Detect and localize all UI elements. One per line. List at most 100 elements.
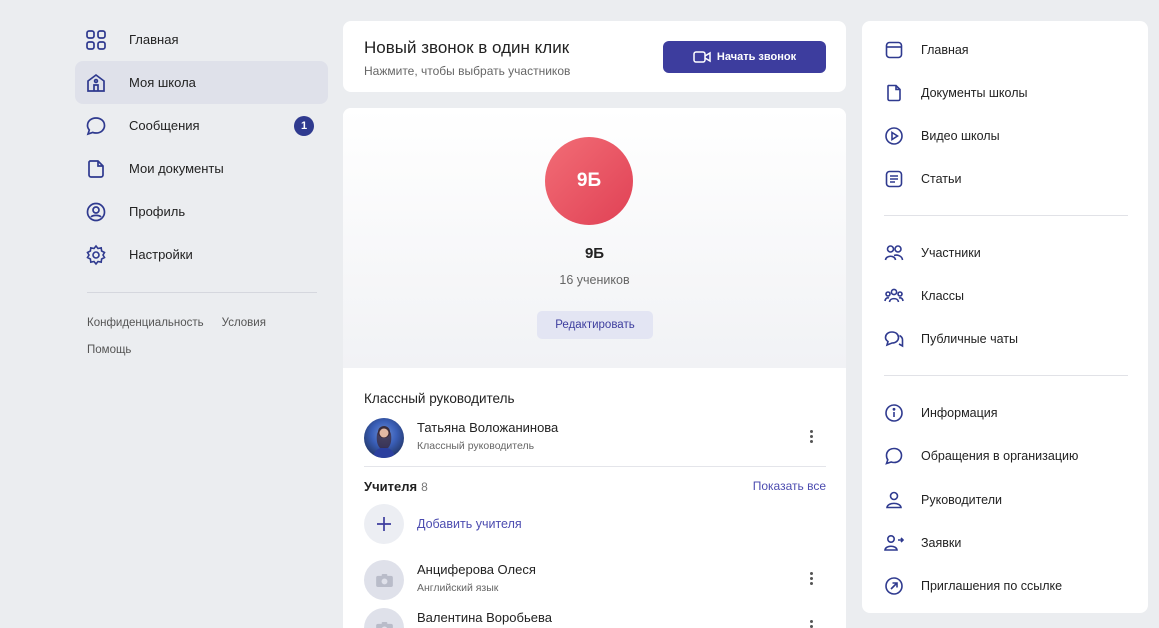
teacher-name: Татьяна Воложанинова bbox=[417, 420, 559, 435]
homeroom-teacher-row[interactable]: Татьяна Воложанинова Классный руководите… bbox=[364, 412, 826, 462]
school-menu-card: Главная Документы школы Видео школы Стат… bbox=[862, 21, 1148, 613]
teacher-row[interactable]: Анциферова Олеся Английский язык bbox=[364, 554, 826, 604]
menu-item-label: Видео школы bbox=[921, 129, 1000, 143]
info-icon bbox=[884, 403, 904, 423]
calendar-icon bbox=[884, 40, 904, 60]
footer-links: Конфиденциальность Условия Помощь bbox=[87, 310, 327, 364]
teacher-row[interactable]: Валентина Воробьева bbox=[364, 602, 826, 628]
class-avatar-text: 9Б bbox=[576, 170, 602, 191]
menu-item-classes[interactable]: Классы bbox=[884, 281, 1134, 311]
link-arrow-icon bbox=[884, 576, 904, 596]
teachers-label: Учителя bbox=[364, 479, 418, 494]
user-arrow-icon bbox=[884, 533, 904, 553]
call-title: Новый звонок в один клик bbox=[364, 38, 570, 57]
help-link[interactable]: Помощь bbox=[87, 344, 131, 356]
sidebar-item-label: Профиль bbox=[129, 204, 186, 219]
teacher-role: Классный руководитель bbox=[417, 440, 535, 452]
menu-item-label: Классы bbox=[921, 289, 965, 303]
menu-item-information[interactable]: Информация bbox=[884, 398, 1134, 428]
call-subtitle: Нажмите, чтобы выбрать участников bbox=[364, 64, 571, 78]
more-options-icon[interactable] bbox=[804, 616, 818, 628]
menu-item-articles[interactable]: Статьи bbox=[884, 164, 1134, 194]
plus-icon bbox=[364, 504, 404, 544]
menu-item-label: Заявки bbox=[921, 536, 962, 550]
start-call-button[interactable]: Начать звонок bbox=[663, 41, 826, 73]
menu-item-managers[interactable]: Руководители bbox=[884, 485, 1134, 515]
menu-item-school-documents[interactable]: Документы школы bbox=[884, 78, 1134, 108]
class-card: 9Б 9Б 16 учеников Редактировать Классный… bbox=[343, 108, 846, 628]
more-options-icon[interactable] bbox=[804, 426, 818, 446]
chat-bubble-icon bbox=[884, 446, 904, 466]
sidebar-item-label: Сообщения bbox=[129, 118, 200, 133]
article-icon bbox=[884, 169, 904, 189]
chats-icon bbox=[884, 329, 904, 349]
left-sidebar: Главная Моя школа Сообщения 1 Мои докуме… bbox=[75, 18, 328, 276]
users-icon bbox=[884, 243, 904, 263]
menu-item-public-chats[interactable]: Публичные чаты bbox=[884, 324, 1134, 354]
sidebar-item-profile[interactable]: Профиль bbox=[75, 190, 328, 233]
menu-item-requests[interactable]: Заявки bbox=[884, 528, 1134, 558]
teacher-subject: Английский язык bbox=[417, 582, 499, 594]
more-options-icon[interactable] bbox=[804, 568, 818, 588]
document-icon bbox=[85, 158, 107, 180]
menu-divider bbox=[884, 215, 1128, 216]
avatar bbox=[364, 418, 404, 458]
class-avatar: 9Б bbox=[545, 137, 633, 225]
document-icon bbox=[884, 83, 904, 103]
sidebar-item-my-documents[interactable]: Мои документы bbox=[75, 147, 328, 190]
sidebar-item-home[interactable]: Главная bbox=[75, 18, 328, 61]
menu-item-home[interactable]: Главная bbox=[884, 35, 1134, 65]
start-call-label: Начать звонок bbox=[716, 51, 797, 63]
menu-item-label: Обращения в организацию bbox=[921, 449, 1079, 463]
menu-item-label: Главная bbox=[921, 43, 969, 57]
user-icon bbox=[884, 490, 904, 510]
video-camera-icon bbox=[693, 51, 711, 63]
class-header: 9Б 9Б 16 учеников Редактировать bbox=[343, 108, 846, 368]
group-icon bbox=[884, 286, 904, 306]
menu-item-members[interactable]: Участники bbox=[884, 238, 1134, 268]
divider bbox=[364, 466, 826, 467]
new-call-card[interactable]: Новый звонок в один клик Нажмите, чтобы … bbox=[343, 21, 846, 92]
menu-item-link-invites[interactable]: Приглашения по ссылке bbox=[884, 571, 1134, 601]
menu-item-label: Статьи bbox=[921, 172, 962, 186]
student-count: 16 учеников bbox=[559, 273, 630, 287]
sidebar-divider bbox=[87, 292, 317, 293]
sidebar-item-settings[interactable]: Настройки bbox=[75, 233, 328, 276]
teacher-name: Анциферова Олеся bbox=[417, 562, 536, 577]
show-all-link[interactable]: Показать все bbox=[753, 479, 826, 493]
menu-divider bbox=[884, 375, 1128, 376]
sidebar-item-label: Мои документы bbox=[129, 161, 224, 176]
profile-icon bbox=[85, 201, 107, 223]
camera-icon bbox=[364, 608, 404, 628]
edit-button[interactable]: Редактировать bbox=[537, 311, 653, 339]
play-icon bbox=[884, 126, 904, 146]
camera-icon bbox=[364, 560, 404, 600]
menu-item-label: Участники bbox=[921, 246, 981, 260]
menu-item-label: Информация bbox=[921, 406, 998, 420]
terms-link[interactable]: Условия bbox=[222, 317, 266, 329]
menu-item-label: Руководители bbox=[921, 493, 1002, 507]
add-teacher-label: Добавить учителя bbox=[417, 517, 522, 531]
menu-item-appeals[interactable]: Обращения в организацию bbox=[884, 441, 1134, 471]
sidebar-item-label: Настройки bbox=[129, 247, 193, 262]
sidebar-item-label: Моя школа bbox=[129, 75, 196, 90]
menu-item-school-video[interactable]: Видео школы bbox=[884, 121, 1134, 151]
teachers-title: Учителя 8 bbox=[364, 479, 428, 494]
class-name: 9Б bbox=[584, 245, 605, 262]
homeroom-section-title: Классный руководитель bbox=[364, 391, 515, 406]
privacy-link[interactable]: Конфиденциальность bbox=[87, 317, 204, 329]
sidebar-item-label: Главная bbox=[129, 32, 179, 47]
add-teacher-button[interactable]: Добавить учителя bbox=[364, 504, 664, 544]
gear-icon bbox=[85, 244, 107, 266]
sidebar-item-my-school[interactable]: Моя школа bbox=[75, 61, 328, 104]
school-icon bbox=[85, 72, 107, 94]
menu-item-label: Публичные чаты bbox=[921, 332, 1018, 346]
grid-icon bbox=[85, 29, 107, 51]
sidebar-item-messages[interactable]: Сообщения 1 bbox=[75, 104, 328, 147]
menu-item-label: Документы школы bbox=[921, 86, 1028, 100]
chat-bubble-icon bbox=[85, 115, 107, 137]
teacher-name: Валентина Воробьева bbox=[417, 610, 552, 625]
menu-item-label: Приглашения по ссылке bbox=[921, 579, 1063, 593]
teachers-count: 8 bbox=[421, 480, 428, 494]
unread-badge: 1 bbox=[294, 116, 314, 136]
